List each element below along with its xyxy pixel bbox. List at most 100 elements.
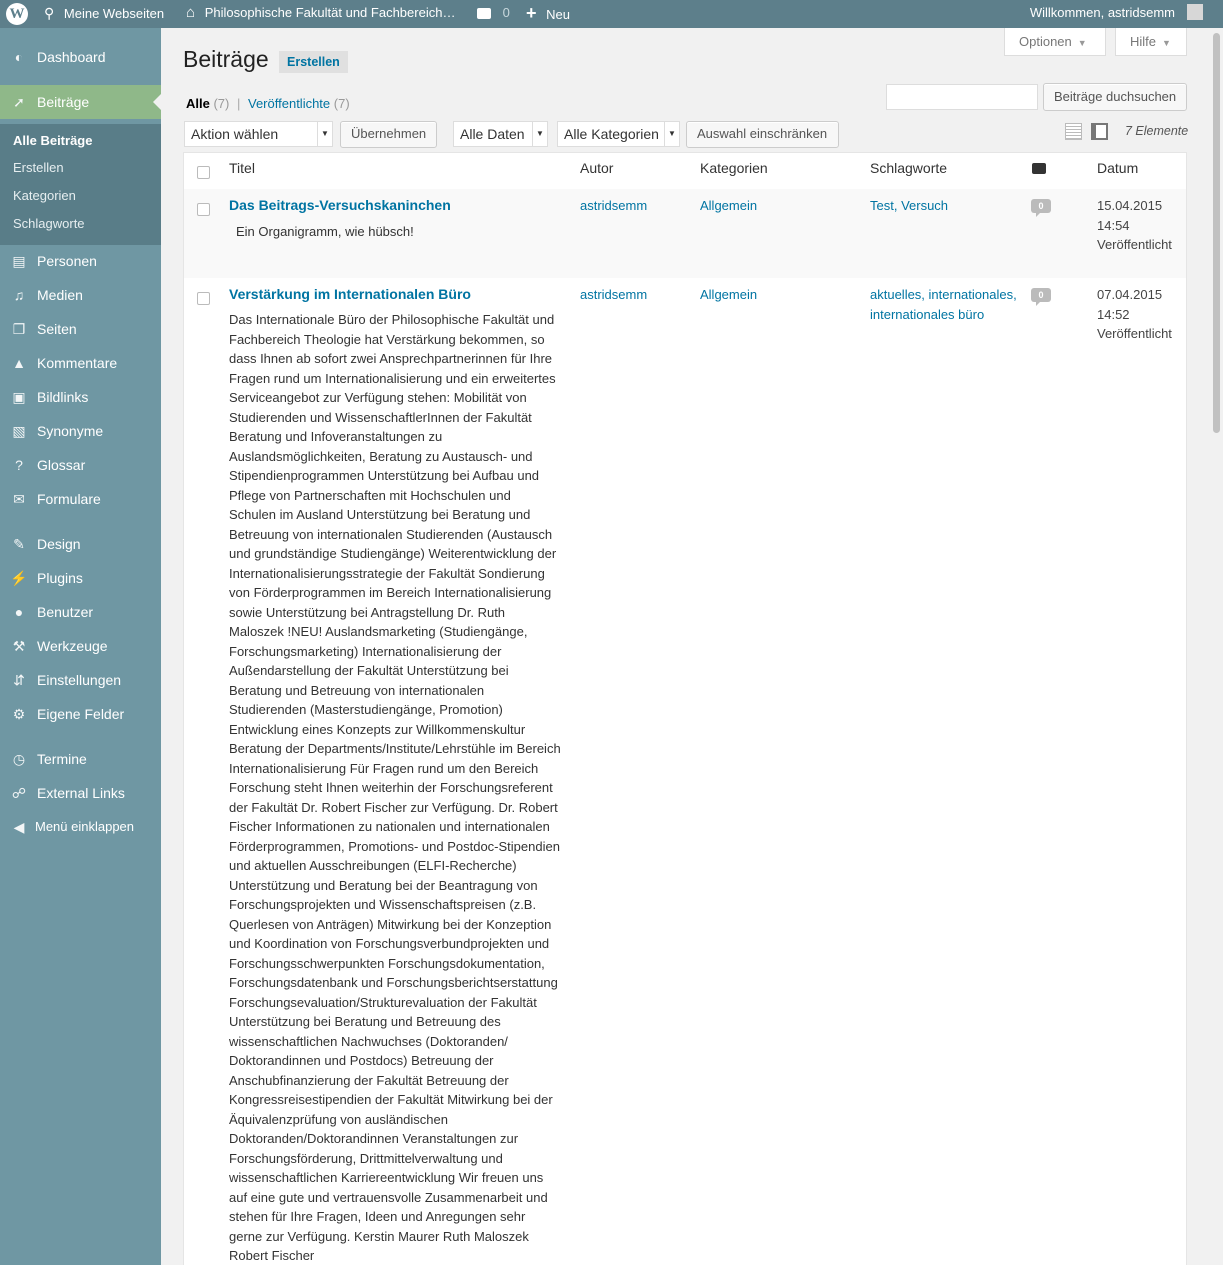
menu-synonyms[interactable]: ▧ Synonyme <box>0 414 161 448</box>
menu-design[interactable]: ✎ Design <box>0 527 161 561</box>
date-filter-select[interactable]: Alle Daten ▼ <box>453 121 548 147</box>
search-posts-button[interactable]: Beiträge duchsuchen <box>1043 83 1188 111</box>
submenu-tags[interactable]: Schlagworte <box>13 216 85 231</box>
my-sites-label: Meine Webseiten <box>63 6 165 21</box>
bulk-action-select[interactable]: Aktion wählen ▼ <box>184 121 333 147</box>
menu-posts[interactable]: ➚ Beiträge <box>0 85 161 119</box>
column-tags: Schlagworte <box>870 160 948 176</box>
main-content: Optionen ▼ Hilfe ▼ Beiträge Erstellen Alle… <box>161 28 1223 1265</box>
submenu-add-new[interactable]: Erstellen <box>13 160 64 175</box>
row-checkbox[interactable] <box>197 292 210 305</box>
list-view-icon[interactable] <box>1065 123 1082 140</box>
menu-tools[interactable]: ⚒ Werkzeuge <box>0 629 161 663</box>
post-tags[interactable]: Test, Versuch <box>870 196 948 216</box>
my-sites-menu[interactable]: ⚲ Meine Webseiten <box>44 0 164 28</box>
menu-events[interactable]: ◷ Termine <box>0 742 161 776</box>
site-name-label: Philosophische Fakultät und Fachbereich… <box>204 5 456 20</box>
help-button[interactable]: Hilfe ▼ <box>1115 28 1187 56</box>
search-input[interactable] <box>886 84 1038 110</box>
comments-menu[interactable]: 0 <box>477 0 510 28</box>
brush-icon: ✎ <box>13 536 25 552</box>
sliders-icon: ⇵ <box>13 672 25 688</box>
menu-label: Plugins <box>37 570 83 586</box>
menu-custom-fields[interactable]: ⚙ Eigene Felder <box>0 697 161 731</box>
excerpt-line: Doktoranden/Doktorandinnen Veranstaltung… <box>229 1131 519 1146</box>
post-title-link[interactable]: Das Beitrags-Versuchskaninchen <box>229 196 451 216</box>
submenu-categories[interactable]: Kategorien <box>13 188 76 203</box>
scrollbar-thumb[interactable] <box>1213 33 1220 433</box>
select-all-checkbox[interactable] <box>197 166 210 179</box>
comment-count-badge[interactable]: 0 <box>1031 288 1051 306</box>
comment-count-badge[interactable]: 0 <box>1031 199 1051 217</box>
excerpt-line: Internationalisierung Für Fragen rund um… <box>229 760 539 776</box>
tags-link-text: internationales büro <box>870 306 985 322</box>
menu-collapse[interactable]: ◀ Menü einklappen <box>0 810 161 844</box>
filter-all[interactable]: Alle <box>186 96 210 111</box>
column-date[interactable]: Datum <box>1097 160 1138 176</box>
excerpt-line: stehen für Ihre Fragen, Ideen und Anregu… <box>229 1209 526 1224</box>
screen-options-button[interactable]: Optionen ▼ <box>1004 28 1106 56</box>
excerpt-line: Beratung der Departments/Institute/Lehrs… <box>229 741 561 756</box>
category-filter-select[interactable]: Alle Kategorien ▼ <box>557 121 680 147</box>
excerpt-line: Betreuung von internationalen Studierend… <box>229 526 553 542</box>
menu-external-links[interactable]: ☍ External Links <box>0 776 161 810</box>
column-comments[interactable] <box>1032 163 1046 174</box>
select-arrow-icon: ▼ <box>664 122 679 146</box>
submenu-all-posts[interactable]: Alle Beiträge <box>13 133 92 148</box>
menu-glossary[interactable]: ? Glossar <box>0 448 161 482</box>
excerpt-line: Entwicklung eines Konzepts zur Willkomme… <box>229 721 526 737</box>
menu-settings[interactable]: ⇵ Einstellungen <box>0 663 161 697</box>
excerpt-line: gerne zur Verfügung. Kerstin Maurer Ruth… <box>229 1228 529 1244</box>
menu-users[interactable]: ● Benutzer <box>0 595 161 629</box>
account-menu[interactable]: Willkommen, astridsemm <box>1030 0 1175 28</box>
posts-table: Titel Autor Kategorien Schlagworte Datum… <box>183 152 1187 1265</box>
column-title[interactable]: Titel <box>229 160 255 176</box>
menu-label: Menü einklappen <box>35 819 135 834</box>
apply-button[interactable]: Übernehmen <box>340 121 437 148</box>
comment-icon: ▲ <box>12 355 26 371</box>
post-author-link[interactable]: astridsemm <box>580 196 647 216</box>
excerpt-view-icon[interactable] <box>1091 123 1108 140</box>
column-categories: Kategorien <box>700 160 768 176</box>
add-new-button[interactable]: Erstellen <box>279 51 348 73</box>
excerpt-line: Forschungsprojekten und Wissenschaftspre… <box>229 897 537 912</box>
avatar[interactable] <box>1187 4 1203 20</box>
date-value: 15.04.2015 <box>1097 198 1163 213</box>
chevron-down-icon: ▼ <box>1162 38 1171 48</box>
menu-forms[interactable]: ✉ Formulare <box>0 482 161 516</box>
category-filter-value: Alle Kategorien <box>564 126 659 142</box>
menu-label: Medien <box>37 287 83 303</box>
wordpress-logo-icon[interactable]: W <box>6 3 28 25</box>
menu-dashboard[interactable]: ◐ Dashboard <box>0 40 161 74</box>
post-author-link[interactable]: astridsemm <box>580 285 647 305</box>
page-title: Beiträge <box>183 46 269 72</box>
post-tags[interactable]: aktuelles, internationales, internationa… <box>870 285 1017 324</box>
site-name-menu[interactable]: ⌂ Philosophische Fakultät und Fachbereic… <box>186 0 455 28</box>
row-checkbox[interactable] <box>197 203 210 216</box>
excerpt-line: der Fakultät Dr. Robert Fischer zur Verf… <box>229 799 558 815</box>
excerpt-line: Fragen rund um Internationalisierung und… <box>229 370 556 386</box>
filter-published-count: (7) <box>333 96 350 111</box>
menu-pages[interactable]: ❐ Seiten <box>0 312 161 346</box>
page-scrollbar[interactable] <box>1211 28 1223 1265</box>
link-icon: ☍ <box>11 785 27 801</box>
menu-media[interactable]: ♫ Medien <box>0 278 161 312</box>
filter-published[interactable]: Veröffentlichte <box>248 96 330 111</box>
user-icon: ● <box>14 604 24 620</box>
menu-comments[interactable]: ▲ Kommentare <box>0 346 161 380</box>
post-title-link[interactable]: Verstärkung im Internationalen Büro <box>229 285 471 305</box>
tags-link-text: aktuelles, internationales, <box>870 287 1017 302</box>
excerpt-line: Forschungsevaluation/Strukturevaluation … <box>229 994 537 1010</box>
post-category-link[interactable]: Allgemein <box>700 285 757 305</box>
filter-button[interactable]: Auswahl einschränken <box>686 121 839 148</box>
menu-plugins[interactable]: ⚡ Plugins <box>0 561 161 595</box>
category-link-text: Allgemein <box>700 198 758 213</box>
status-value: Veröffentlicht <box>1097 326 1172 341</box>
key-icon: ⚲ <box>44 5 55 21</box>
filter-all-label: Alle <box>186 96 210 111</box>
column-author: Autor <box>580 160 614 176</box>
menu-persons[interactable]: ▤ Personen <box>0 244 161 278</box>
post-category-link[interactable]: Allgemein <box>700 196 757 216</box>
new-content-menu[interactable]: + Neu <box>526 0 570 28</box>
menu-image-links[interactable]: ▣ Bildlinks <box>0 380 161 414</box>
